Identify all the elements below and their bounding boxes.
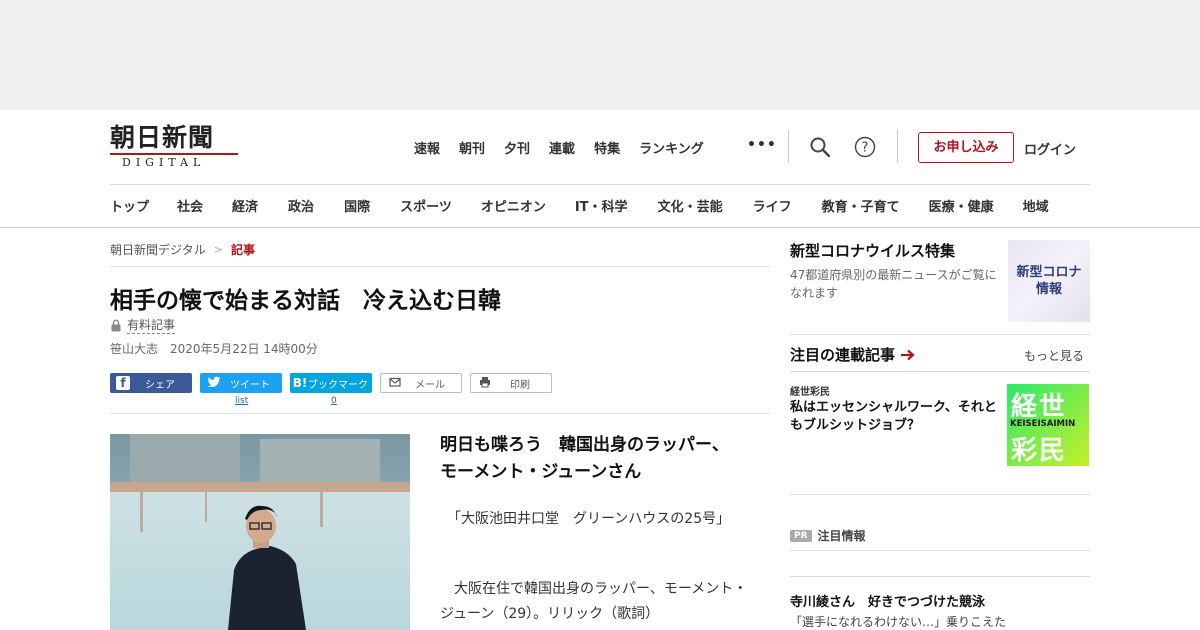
topnav-chokan[interactable]: 朝刊 bbox=[459, 138, 485, 157]
series-name: 経世彩民 bbox=[790, 387, 830, 398]
svg-text:?: ? bbox=[862, 141, 869, 156]
author: 笹山大志 bbox=[110, 342, 159, 356]
facebook-icon: f bbox=[116, 376, 130, 390]
search-icon[interactable] bbox=[809, 136, 831, 158]
top-nav: 速報 朝刊 夕刊 連載 特集 ランキング bbox=[414, 138, 723, 157]
keisei-romaji: KEISEISAIMIN bbox=[1010, 419, 1076, 429]
cat-culture[interactable]: 文化・芸能 bbox=[658, 196, 723, 215]
breadcrumb-home[interactable]: 朝日新聞デジタル bbox=[110, 241, 206, 258]
cat-it-science[interactable]: IT・科学 bbox=[575, 196, 628, 215]
cat-top[interactable]: トップ bbox=[110, 196, 149, 215]
see-more-link[interactable]: もっと見る bbox=[1024, 347, 1084, 364]
cat-life[interactable]: ライフ bbox=[753, 196, 792, 215]
mail-share-button[interactable]: メール bbox=[380, 373, 462, 393]
facebook-share-label: シェア bbox=[145, 379, 175, 391]
series-item-title[interactable]: 私はエッセンシャルワーク、それともブルシットジョブ？ bbox=[790, 399, 1005, 435]
sidebar-divider bbox=[790, 334, 1090, 335]
cat-education[interactable]: 教育・子育て bbox=[822, 196, 900, 215]
sidebar-divider-2 bbox=[790, 371, 1090, 372]
lock-icon bbox=[111, 319, 121, 331]
cat-kokusai[interactable]: 国際 bbox=[344, 196, 370, 215]
breadcrumb-separator: > bbox=[213, 243, 223, 256]
breadcrumb-divider bbox=[110, 266, 770, 267]
featured-series-title: 注目の連載記事 bbox=[790, 346, 896, 364]
hatena-bookmark-button[interactable]: B! ブックマーク bbox=[290, 373, 372, 393]
article-title: 相手の懐で始まる対話 冷え込む日韓 bbox=[110, 288, 501, 314]
mail-icon bbox=[387, 376, 403, 392]
keiseisaimin-thumbnail[interactable]: 経世 KEISEISAIMIN 彩民 bbox=[1007, 384, 1089, 466]
topnav-sokuho[interactable]: 速報 bbox=[414, 138, 440, 157]
hatena-count[interactable]: 0 bbox=[331, 396, 337, 406]
topnav-yukan[interactable]: 夕刊 bbox=[504, 138, 530, 157]
article-paragraph-1: 「大阪池田井口堂 グリーンハウスの25号」 bbox=[440, 511, 731, 527]
print-label: 印刷 bbox=[510, 379, 530, 391]
cat-shakai[interactable]: 社会 bbox=[177, 196, 203, 215]
nav-divider bbox=[110, 184, 1090, 185]
sidebar-divider-5 bbox=[790, 576, 1090, 577]
asahi-logo[interactable]: 朝日新聞 DIGITAL bbox=[110, 124, 242, 170]
twitter-icon bbox=[206, 375, 222, 391]
pr-article-subtitle: 「選手になれるわけない…」乗りこえた bbox=[790, 615, 1007, 629]
topnav-tokushu[interactable]: 特集 bbox=[594, 138, 620, 157]
publish-date: 2020年5月22日 14時00分 bbox=[170, 342, 318, 356]
covid-thumb-line-2: 情報 bbox=[1035, 282, 1062, 297]
cat-region[interactable]: 地域 bbox=[1023, 196, 1049, 215]
hatena-b-icon: B! bbox=[292, 376, 308, 390]
print-button[interactable]: 印刷 bbox=[470, 373, 552, 393]
facebook-share-button[interactable]: f シェア bbox=[110, 373, 192, 393]
category-nav: トップ 社会 経済 政治 国際 スポーツ オピニオン IT・科学 文化・芸能 ラ… bbox=[110, 196, 1200, 215]
covid-feature-title[interactable]: 新型コロナウイルス特集 bbox=[790, 240, 955, 261]
paid-label-text[interactable]: 有料記事 bbox=[127, 316, 176, 334]
covid-thumb-line-1: 新型コロナ bbox=[1016, 265, 1082, 280]
topnav-rensai[interactable]: 連載 bbox=[549, 138, 575, 157]
breadcrumb-current: 記事 bbox=[230, 243, 255, 257]
share-divider bbox=[110, 413, 770, 414]
cat-keizai[interactable]: 経済 bbox=[232, 196, 258, 215]
cat-health[interactable]: 医療・健康 bbox=[929, 196, 994, 215]
featured-series-heading: 注目の連載記事 bbox=[790, 344, 916, 365]
cat-opinion[interactable]: オピニオン bbox=[481, 196, 546, 215]
logo-red-line bbox=[110, 153, 238, 155]
sidebar-divider-4 bbox=[790, 550, 1090, 551]
twitter-share-label: ツイート bbox=[230, 379, 270, 391]
signup-button[interactable]: お申し込み bbox=[918, 132, 1014, 163]
login-link[interactable]: ログイン bbox=[1024, 139, 1076, 158]
keisei-kanji-2: 彩民 bbox=[1011, 436, 1068, 466]
topnav-ranking[interactable]: ランキング bbox=[639, 138, 704, 157]
ad-banner-area bbox=[0, 0, 1200, 110]
cat-sports[interactable]: スポーツ bbox=[400, 196, 452, 215]
covid-feature-desc: 47都道府県別の最新ニュースがご覧になれます bbox=[790, 268, 997, 300]
pr-section-heading: PR 注目情報 bbox=[790, 527, 866, 544]
lead-article-title[interactable]: 明日も喋ろう 韓国出身のラッパー、モーメント・ジューンさん bbox=[440, 432, 740, 486]
keisei-kanji-1: 経世 bbox=[1011, 392, 1068, 422]
help-icon[interactable]: ? bbox=[854, 136, 876, 158]
pr-badge: PR bbox=[790, 529, 812, 542]
covid-feature-thumbnail[interactable]: 新型コロナ 情報 bbox=[1008, 240, 1090, 322]
arrow-right-icon bbox=[901, 349, 915, 360]
byline: 笹山大志 2020年5月22日 14時00分 bbox=[110, 340, 318, 357]
sidebar-divider-3 bbox=[790, 494, 1090, 495]
paid-article-label: 有料記事 bbox=[110, 316, 176, 334]
pr-article-title[interactable]: 寺川綾さん 好きでつづけた競泳 bbox=[790, 591, 985, 610]
breadcrumb: 朝日新聞デジタル > 記事 bbox=[110, 241, 255, 258]
twitter-count[interactable]: list bbox=[235, 396, 248, 406]
header-divider-2 bbox=[897, 130, 898, 163]
twitter-share-button[interactable]: ツイート bbox=[200, 373, 282, 393]
cat-seiji[interactable]: 政治 bbox=[288, 196, 314, 215]
article-photo[interactable] bbox=[110, 434, 410, 630]
article-paragraph-2: 大阪在住で韓国出身のラッパー、モーメント・ジューン（29）。リリック（歌詞） bbox=[440, 581, 748, 622]
logo-digital: DIGITAL bbox=[122, 156, 206, 169]
print-icon bbox=[477, 376, 493, 392]
header-divider bbox=[788, 130, 789, 163]
share-buttons: f シェア ツイート B! ブックマーク メール 印刷 bbox=[110, 373, 560, 393]
logo-kanji: 朝日新聞 bbox=[110, 123, 215, 152]
mail-share-label: メール bbox=[415, 379, 445, 391]
more-menu-icon[interactable]: ••• bbox=[747, 137, 777, 153]
site-header: 朝日新聞 DIGITAL 速報 朝刊 夕刊 連載 特集 ランキング ••• ? … bbox=[0, 110, 1200, 228]
pr-label: 注目情報 bbox=[817, 529, 866, 543]
hatena-bookmark-label: ブックマーク bbox=[308, 379, 368, 391]
